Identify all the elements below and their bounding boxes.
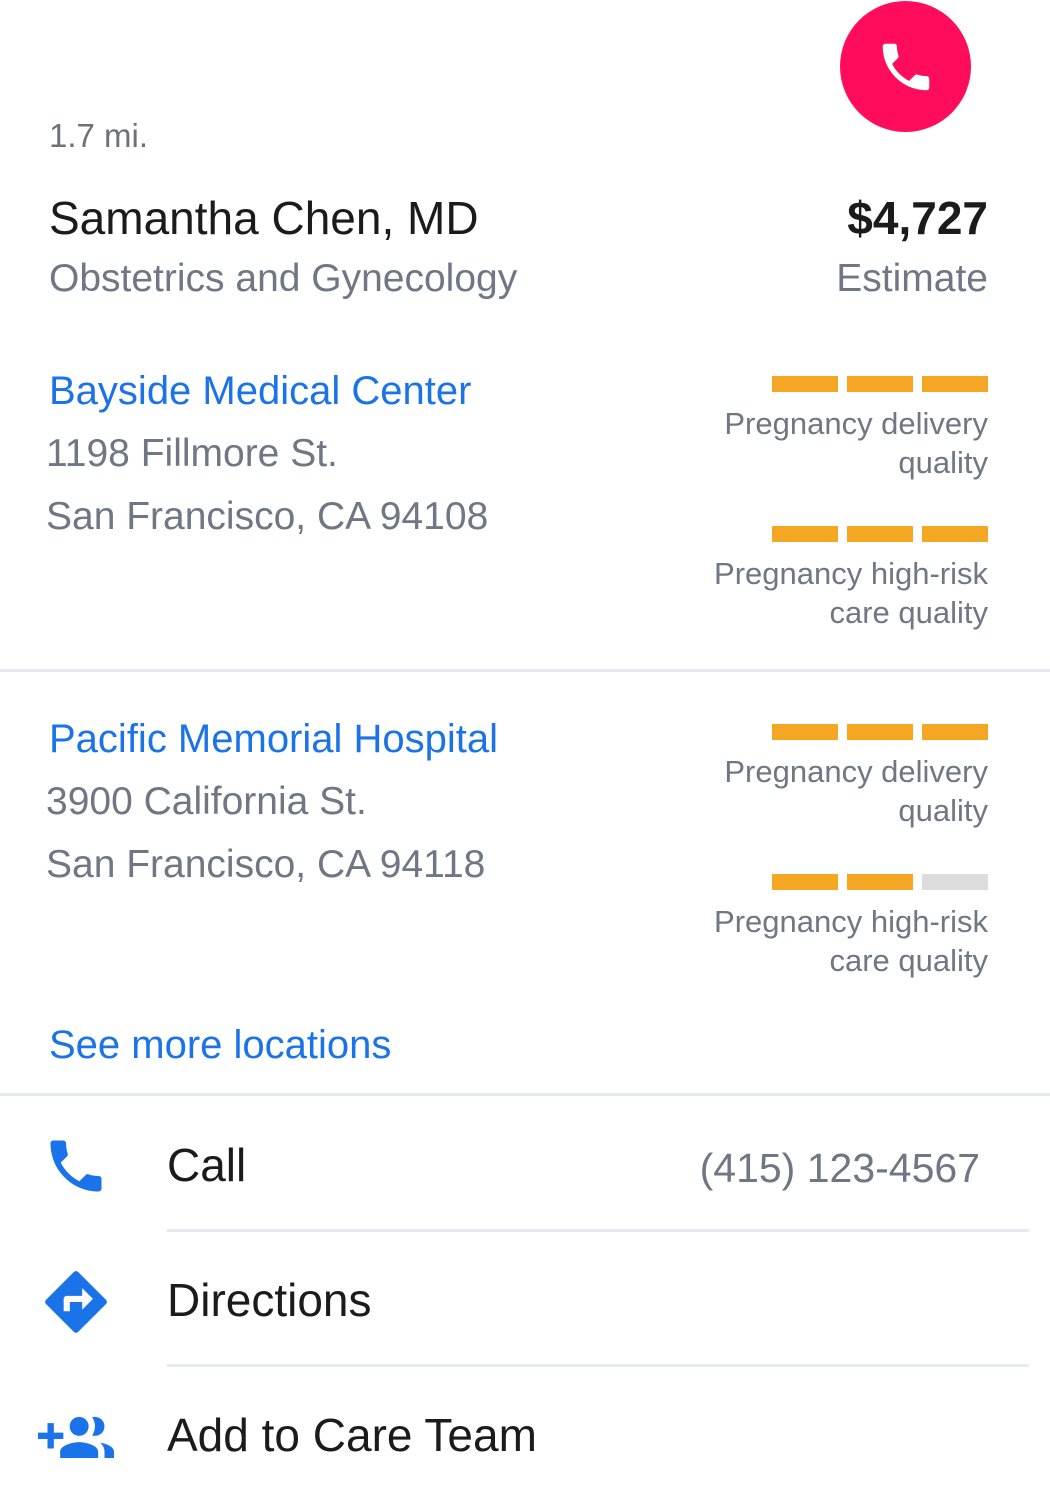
call-row[interactable]: Call (415) 123-4567 — [0, 1098, 1050, 1232]
rating-label-line2: care quality — [829, 943, 988, 978]
rating-bar-segment — [772, 526, 838, 542]
see-more-locations-link[interactable]: See more locations — [49, 1020, 391, 1070]
phone-icon — [882, 43, 929, 90]
rating-bar-segment — [847, 526, 913, 542]
location-name-link[interactable]: Pacific Memorial Hospital — [49, 714, 498, 764]
rating-bars — [772, 874, 988, 890]
rating-bars — [772, 376, 988, 392]
rating-bar-segment — [847, 376, 913, 392]
price-estimate-label: Estimate — [836, 257, 988, 300]
add-group-icon — [38, 1401, 114, 1477]
rating-label: Pregnancy high-risk care quality — [648, 902, 988, 980]
call-label: Call — [167, 1139, 247, 1191]
rating-bar-segment — [922, 526, 988, 542]
directions-icon — [38, 1264, 114, 1340]
rating-label-line2: quality — [898, 445, 988, 480]
rating-label-line2: quality — [898, 793, 988, 828]
rating-bars — [772, 526, 988, 542]
rating-label-line1: Pregnancy delivery — [724, 754, 988, 789]
location-address-line1: 3900 California St. — [46, 780, 367, 823]
directions-label: Directions — [167, 1274, 372, 1326]
location-address-line1: 1198 Fillmore St. — [46, 432, 338, 475]
location-address-line2: San Francisco, CA 94108 — [46, 495, 489, 538]
add-care-team-row[interactable]: Add to Care Team — [0, 1368, 1050, 1502]
rating-bar-segment — [847, 724, 913, 740]
rating-bar-segment — [922, 376, 988, 392]
divider — [0, 669, 1050, 672]
add-care-team-label: Add to Care Team — [167, 1409, 537, 1461]
phone-number: (415) 123-4567 — [699, 1145, 980, 1191]
location-name-link[interactable]: Bayside Medical Center — [49, 366, 471, 416]
divider — [167, 1364, 1029, 1367]
price-estimate-value: $4,727 — [847, 192, 988, 244]
rating-label-line2: care quality — [829, 595, 988, 630]
location-address-line2: San Francisco, CA 94118 — [46, 843, 486, 886]
directions-row[interactable]: Directions — [0, 1233, 1050, 1367]
rating-bar-segment — [847, 874, 913, 890]
phone-icon — [38, 1128, 114, 1204]
divider — [167, 1229, 1029, 1232]
specialty-label: Obstetrics and Gynecology — [49, 257, 518, 300]
rating-label-line1: Pregnancy high-risk — [714, 904, 988, 939]
rating-bars — [772, 724, 988, 740]
doctor-name: Samantha Chen, MD — [49, 192, 479, 244]
call-fab-button[interactable] — [840, 1, 971, 132]
rating-label-line1: Pregnancy delivery — [724, 406, 988, 441]
rating-bar-segment — [922, 724, 988, 740]
rating-label-line1: Pregnancy high-risk — [714, 556, 988, 591]
divider — [0, 1093, 1050, 1096]
rating-label: Pregnancy high-risk care quality — [648, 554, 988, 632]
rating-bar-segment — [772, 724, 838, 740]
rating-bar-segment — [772, 874, 838, 890]
rating-bar-segment-empty — [922, 874, 988, 890]
distance-label: 1.7 mi. — [49, 117, 149, 154]
rating-label: Pregnancy delivery quality — [648, 404, 988, 482]
rating-bar-segment — [772, 376, 838, 392]
rating-label: Pregnancy delivery quality — [648, 752, 988, 830]
